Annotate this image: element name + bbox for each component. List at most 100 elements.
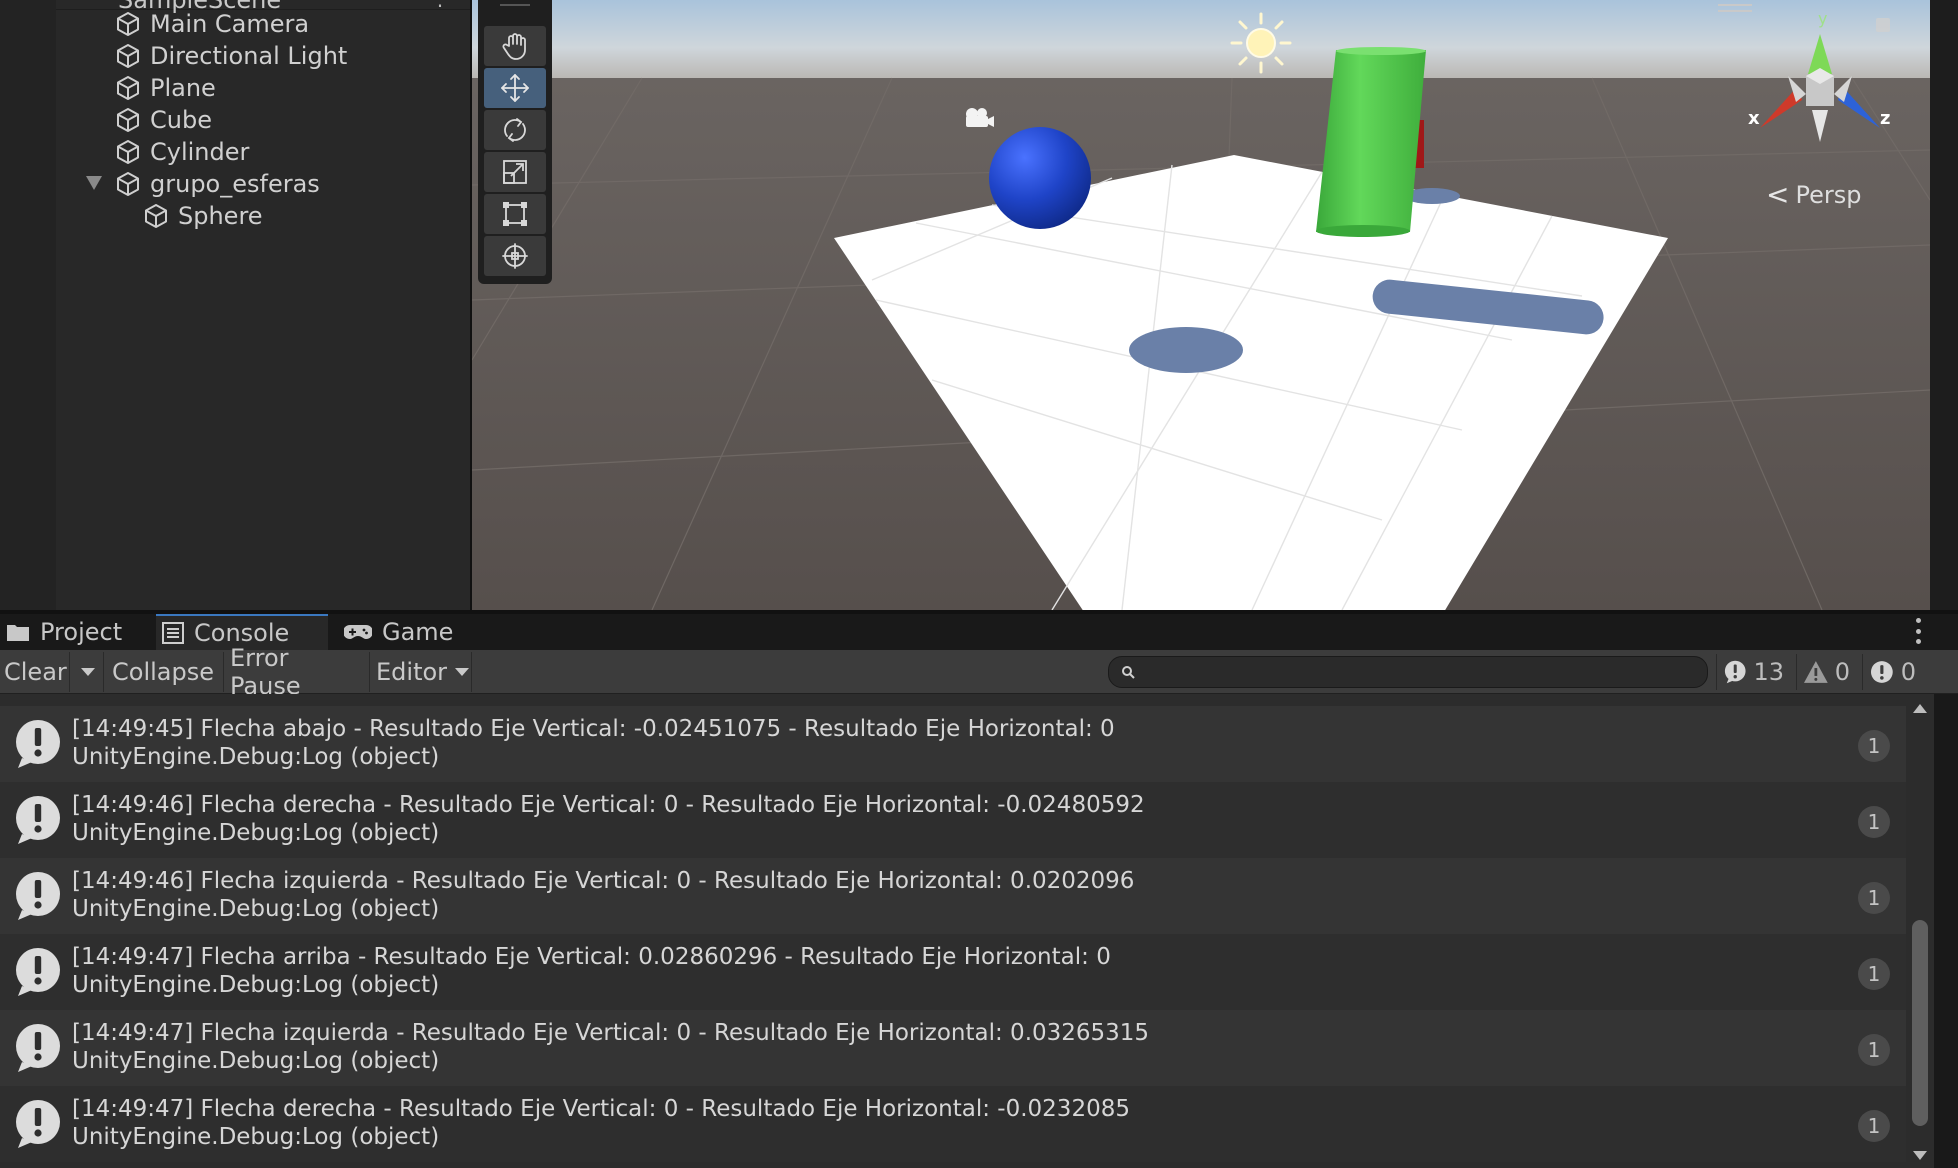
error-pause-toggle[interactable]: Error Pause <box>226 644 370 700</box>
console-log-list[interactable]: [14:49:45] Flecha abajo - Resultado Eje … <box>0 694 1906 1168</box>
collapse-toggle[interactable]: Collapse <box>108 652 224 692</box>
folder-icon <box>7 625 29 641</box>
panel-menu-icon[interactable] <box>1916 618 1922 644</box>
log-entry[interactable]: [14:49:47] Flecha izquierda - Resultado … <box>0 1010 1906 1086</box>
log-entry[interactable]: [14:49:46] Flecha izquierda - Resultado … <box>0 858 1906 934</box>
log-entry[interactable]: [14:49:45] Flecha abajo - Resultado Eje … <box>0 706 1906 782</box>
rotate-tool-button[interactable] <box>484 110 546 150</box>
log-entry[interactable]: [14:49:47] Flecha arriba - Resultado Eje… <box>0 934 1906 1010</box>
error-count-toggle[interactable]: 0 <box>1862 654 1922 690</box>
gamepad-icon <box>344 625 372 639</box>
console-scrollbar[interactable] <box>1906 694 1934 1168</box>
orientation-gizmo[interactable]: y x z <box>1740 10 1900 150</box>
rect-tool-button[interactable] <box>484 194 546 234</box>
log-collapse-count: 1 <box>1858 730 1890 762</box>
log-count-toggle[interactable]: 13 <box>1716 654 1790 690</box>
console-search[interactable] <box>1108 656 1708 688</box>
log-collapse-count: 1 <box>1858 1034 1890 1066</box>
log-stacktrace: UnityEngine.Debug:Log (object) <box>72 896 440 922</box>
info-message-icon <box>16 872 60 920</box>
log-entry[interactable]: [14:49:46] Flecha derecha - Resultado Ej… <box>0 782 1906 858</box>
hierarchy-item-label: Main Camera <box>150 10 310 38</box>
projection-label: Persp <box>1795 180 1862 209</box>
hierarchy-item-cylinder[interactable]: Cylinder <box>114 136 249 168</box>
chevron-down-icon <box>455 668 470 676</box>
gizmo-z-label: z <box>1880 108 1890 129</box>
gizmo-x-label: x <box>1748 108 1760 129</box>
scale-tool-button[interactable] <box>484 152 546 192</box>
hierarchy-item-label: grupo_esferas <box>150 170 320 198</box>
log-collapse-count: 1 <box>1858 806 1890 838</box>
gizmo-y-label: y <box>1818 10 1827 28</box>
log-stacktrace: UnityEngine.Debug:Log (object) <box>72 1048 440 1074</box>
gameobject-cube-icon <box>117 76 139 100</box>
log-collapse-count: 1 <box>1858 958 1890 990</box>
hierarchy-item-main-camera[interactable]: Main Camera <box>114 8 309 40</box>
hierarchy-item-cube[interactable]: Cube <box>114 104 212 136</box>
search-input[interactable] <box>1145 659 1685 685</box>
hand-tool-button[interactable] <box>484 26 546 66</box>
scrollbar-thumb[interactable] <box>1912 920 1928 1126</box>
clear-button-label: Clear <box>4 658 67 686</box>
log-message: [14:49:47] Flecha derecha - Resultado Ej… <box>72 1096 1130 1122</box>
log-stacktrace: UnityEngine.Debug:Log (object) <box>72 972 440 998</box>
scene-viewport[interactable] <box>472 0 1930 610</box>
warning-icon <box>1803 661 1828 683</box>
editor-dropdown[interactable]: Editor <box>372 652 472 692</box>
hierarchy-item-directional-light[interactable]: Directional Light <box>114 40 347 72</box>
gameobject-cube-icon <box>117 140 139 164</box>
hierarchy-item-plane[interactable]: Plane <box>114 72 216 104</box>
log-count: 13 <box>1753 658 1784 686</box>
scroll-down-arrow-icon[interactable] <box>1913 1151 1927 1160</box>
clear-options-dropdown[interactable] <box>72 652 104 692</box>
info-message-icon <box>16 796 60 844</box>
info-message-icon <box>16 720 60 768</box>
log-message: [14:49:47] Flecha izquierda - Resultado … <box>72 1020 1150 1046</box>
hierarchy-panel: SampleScene ⋮ Main Camera Directional Li… <box>0 0 470 610</box>
move-icon <box>501 74 529 102</box>
hierarchy-item-label: Plane <box>150 74 216 102</box>
console-icon <box>162 622 184 644</box>
collapse-label: Collapse <box>112 658 214 686</box>
hierarchy-item-sphere[interactable]: Sphere <box>142 200 263 232</box>
info-message-icon <box>1724 660 1746 684</box>
warning-count: 0 <box>1834 658 1850 686</box>
scroll-up-arrow-icon[interactable] <box>1913 704 1927 713</box>
hierarchy-item-grupo-esferas[interactable]: grupo_esferas <box>86 168 320 200</box>
log-entry[interactable]: [14:49:47] Flecha derecha - Resultado Ej… <box>0 1086 1906 1162</box>
error-count: 0 <box>1900 658 1916 686</box>
log-stacktrace: UnityEngine.Debug:Log (object) <box>72 744 440 770</box>
log-message: [14:49:46] Flecha derecha - Resultado Ej… <box>72 792 1145 818</box>
log-stacktrace: UnityEngine.Debug:Log (object) <box>72 820 440 846</box>
clear-button[interactable]: Clear <box>0 652 70 692</box>
transform-icon <box>502 243 528 269</box>
tab-project[interactable]: Project <box>0 614 150 650</box>
transform-tool-button[interactable] <box>484 236 546 276</box>
scene-view[interactable] <box>472 0 1930 610</box>
scene-tool-palette <box>478 0 552 284</box>
rotate-icon <box>504 118 526 142</box>
scene-menu-icon[interactable]: ⋮ <box>430 0 450 10</box>
gameobject-cube-icon <box>117 172 139 196</box>
expand-arrow-icon[interactable] <box>86 176 102 190</box>
search-icon <box>1122 666 1135 679</box>
directional-light-gizmo-icon[interactable] <box>1228 10 1294 76</box>
hierarchy-gutter <box>0 0 56 610</box>
move-tool-button[interactable] <box>484 68 546 108</box>
info-message-icon <box>16 948 60 996</box>
gameobject-cube-icon <box>145 204 167 228</box>
info-message-icon <box>16 1100 60 1148</box>
projection-toggle[interactable]: < Persp <box>1766 178 1861 211</box>
log-stacktrace: UnityEngine.Debug:Log (object) <box>72 1124 440 1150</box>
hierarchy-item-label: Cube <box>150 106 212 134</box>
log-message: [14:49:45] Flecha abajo - Resultado Eje … <box>72 716 1115 742</box>
log-message: [14:49:46] Flecha izquierda - Resultado … <box>72 868 1135 894</box>
info-message-icon <box>16 1024 60 1072</box>
scene-view-border <box>1930 0 1958 610</box>
perspective-icon: < <box>1766 178 1790 211</box>
camera-gizmo-icon[interactable] <box>962 106 994 130</box>
scale-icon <box>503 160 527 184</box>
warning-count-toggle[interactable]: 0 <box>1796 654 1856 690</box>
hand-icon <box>502 33 526 60</box>
error-icon <box>1870 661 1893 683</box>
